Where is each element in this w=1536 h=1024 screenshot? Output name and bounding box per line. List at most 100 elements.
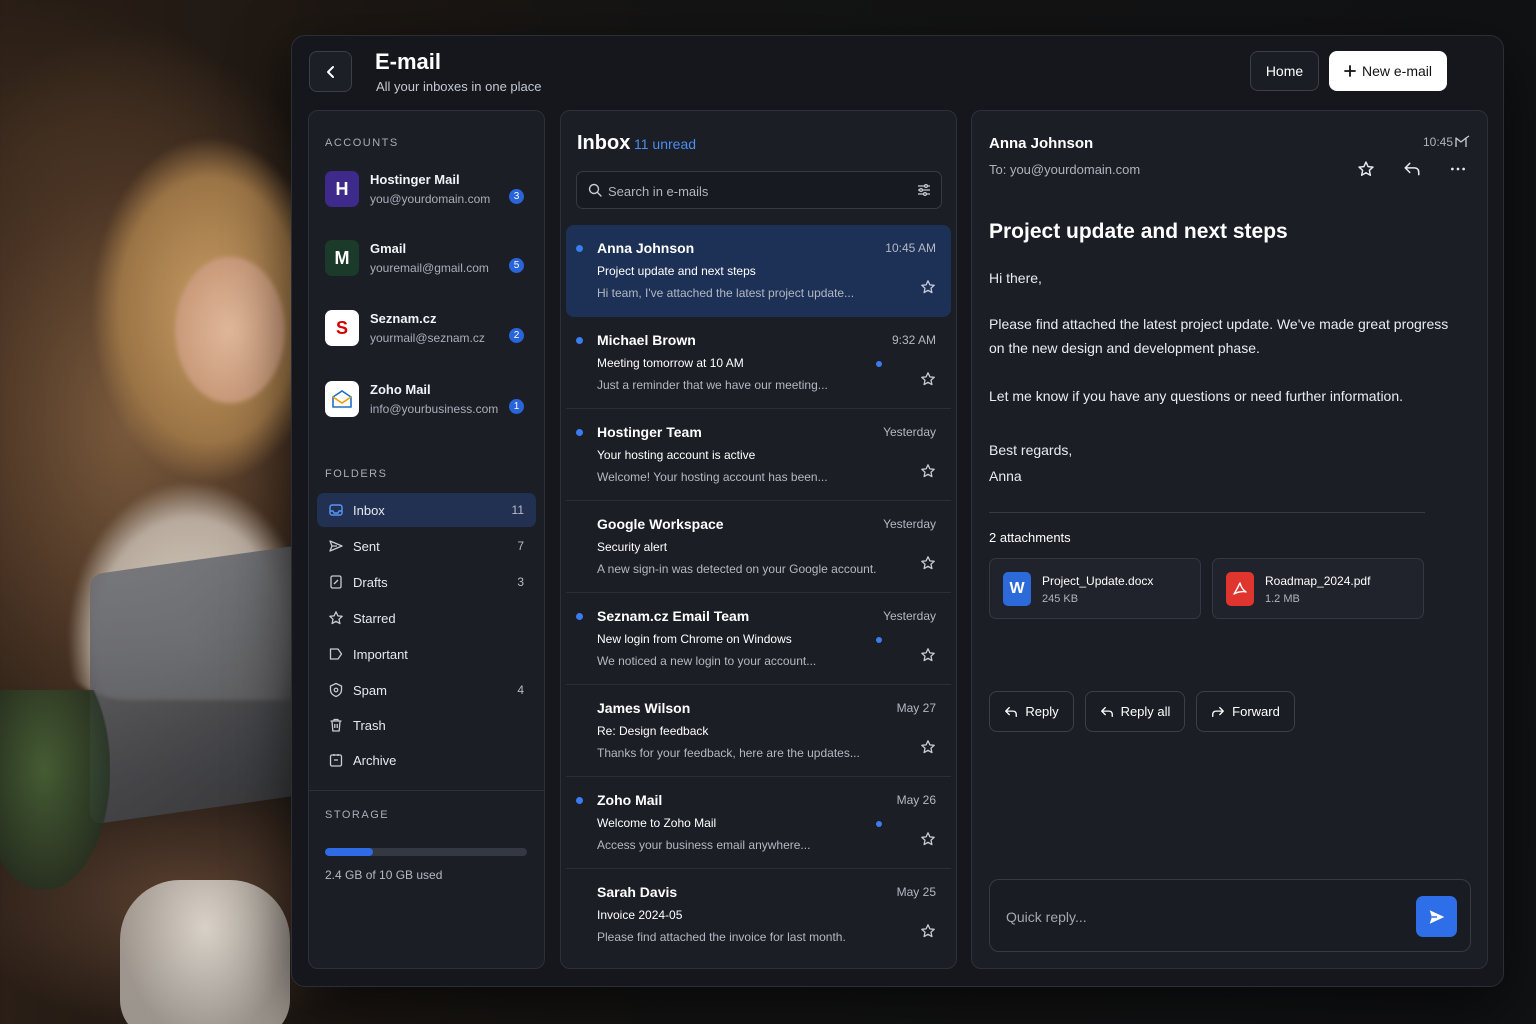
folder-label: Inbox [353, 503, 385, 518]
quick-reply-input[interactable]: Quick reply... [989, 879, 1471, 952]
email-app-window: E-mail All your inboxes in one place Hom… [291, 35, 1504, 987]
email-preview: Welcome! Your hosting account has been..… [597, 470, 828, 484]
folder-drafts[interactable]: Drafts 3 [317, 565, 536, 599]
account-zoho[interactable]: Zoho Mail info@yourbusiness.com 1 [325, 379, 531, 419]
account-gmail[interactable]: M Gmail youremail@gmail.com 5 [325, 238, 531, 278]
unread-indicator [576, 613, 583, 620]
email-list-item[interactable]: Hostinger Team Yesterday Your hosting ac… [566, 409, 951, 501]
email-greeting: Hi there, [989, 270, 1042, 286]
background-plant [0, 690, 110, 890]
reply-all-label: Reply all [1120, 704, 1171, 719]
folder-archive[interactable]: Archive [317, 743, 536, 777]
new-email-button[interactable]: New e-mail [1329, 51, 1447, 91]
attachment-card[interactable]: W Project_Update.docx 245 KB [989, 558, 1201, 619]
forward-button[interactable]: Forward [1196, 691, 1295, 732]
email-list-item[interactable]: Sarah Davis May 25 Invoice 2024-05 Pleas… [566, 869, 951, 961]
folder-count: 4 [517, 683, 524, 697]
star-icon[interactable] [920, 923, 936, 939]
star-icon[interactable] [920, 647, 936, 663]
account-name: Gmail [370, 241, 407, 256]
reply-icon[interactable] [1403, 160, 1421, 178]
email-list-item[interactable]: Google Workspace Yesterday Security aler… [566, 501, 951, 593]
folder-starred[interactable]: Starred [317, 601, 536, 635]
folder-inbox[interactable]: Inbox 11 [317, 493, 536, 527]
reply-label: Reply [1025, 704, 1059, 719]
chevron-left-icon [326, 65, 334, 78]
envelope-icon [332, 390, 352, 408]
attachments-label: 2 attachments [989, 530, 1071, 545]
email-list-item[interactable]: Zoho Mail May 26 Welcome to Zoho Mail Ac… [566, 777, 951, 869]
folder-count: 7 [517, 539, 524, 553]
email-list-item[interactable]: James Wilson May 27 Re: Design feedback … [566, 685, 951, 777]
star-icon [329, 611, 343, 625]
more-options-icon[interactable] [1449, 160, 1467, 178]
account-email: youremail@gmail.com [370, 261, 489, 275]
new-email-label: New e-mail [1361, 63, 1432, 79]
reply-icon [1005, 706, 1018, 717]
star-icon[interactable] [920, 831, 936, 847]
attachment-size: 1.2 MB [1265, 593, 1300, 605]
mark-unread-icon[interactable] [1455, 135, 1470, 149]
quick-reply-placeholder: Quick reply... [1006, 909, 1087, 925]
trash-icon [330, 718, 342, 732]
folder-label: Spam [353, 683, 387, 698]
back-button[interactable] [309, 51, 352, 92]
reply-button[interactable]: Reply [989, 691, 1074, 732]
attachment-card[interactable]: Roadmap_2024.pdf 1.2 MB [1212, 558, 1424, 619]
star-icon[interactable] [920, 279, 936, 295]
email-time: Yesterday [883, 609, 936, 623]
email-preview: Thanks for your feedback, here are the u… [597, 746, 860, 760]
account-seznam[interactable]: S Seznam.cz yourmail@seznam.cz 2 [325, 308, 531, 348]
star-icon[interactable] [920, 463, 936, 479]
email-sender: Hostinger Team [597, 424, 702, 440]
sidebar: ACCOUNTS H Hostinger Mail you@yourdomain… [308, 110, 545, 969]
storage-bar [325, 848, 527, 856]
email-subject: New login from Chrome on Windows [597, 632, 792, 646]
folder-important[interactable]: Important [317, 637, 536, 671]
draft-icon [330, 575, 342, 589]
reply-all-button[interactable]: Reply all [1085, 691, 1185, 732]
search-placeholder: Search in e-mails [608, 184, 709, 199]
search-icon [588, 183, 602, 197]
search-input[interactable]: Search in e-mails [576, 171, 942, 209]
page-title: E-mail [375, 49, 442, 74]
email-list-item[interactable]: Michael Brown 9:32 AM Meeting tomorrow a… [566, 317, 951, 409]
email-time: 10:45 AM [885, 241, 936, 255]
email-preview: Hi team, I've attached the latest projec… [597, 286, 855, 300]
folders-heading: FOLDERS [325, 468, 388, 480]
folder-label: Starred [353, 611, 396, 626]
unread-indicator [876, 361, 882, 367]
storage-bar-fill [325, 848, 374, 856]
email-sender: Zoho Mail [597, 792, 663, 808]
body-divider [989, 512, 1425, 513]
email-list-item[interactable]: Seznam.cz Email Team Yesterday New login… [566, 593, 951, 685]
email-time: May 26 [896, 793, 936, 807]
folder-sent[interactable]: Sent 7 [317, 529, 536, 563]
forward-icon [1212, 706, 1225, 717]
star-icon[interactable] [920, 739, 936, 755]
email-list-item[interactable]: Anna Johnson 10:45 AM Project update and… [566, 225, 951, 317]
email-paragraph: Let me know if you have any questions or… [989, 388, 1404, 404]
page-subtitle: All your inboxes in one place [376, 79, 542, 94]
email-subject: Re: Design feedback [597, 724, 709, 738]
email-sender: James Wilson [597, 700, 691, 716]
star-icon[interactable] [1357, 160, 1375, 178]
folder-trash[interactable]: Trash [317, 708, 536, 742]
attachment-name: Roadmap_2024.pdf [1265, 574, 1371, 588]
unread-badge: 5 [509, 258, 524, 273]
reply-all-icon [1100, 706, 1113, 717]
email-sender: Michael Brown [597, 332, 696, 348]
star-icon[interactable] [920, 371, 936, 387]
send-button[interactable] [1416, 896, 1457, 937]
unread-indicator [576, 337, 583, 344]
filter-icon[interactable] [917, 183, 931, 197]
home-button[interactable]: Home [1250, 51, 1319, 91]
storage-usage-text: 2.4 GB of 10 GB used [325, 868, 443, 882]
account-hostinger[interactable]: H Hostinger Mail you@yourdomain.com 3 [325, 169, 531, 209]
folder-spam[interactable]: Spam 4 [317, 673, 536, 707]
star-icon[interactable] [920, 555, 936, 571]
archive-icon [329, 754, 343, 767]
email-time: May 27 [896, 701, 936, 715]
unread-badge: 2 [509, 328, 524, 343]
account-email: yourmail@seznam.cz [370, 331, 485, 345]
